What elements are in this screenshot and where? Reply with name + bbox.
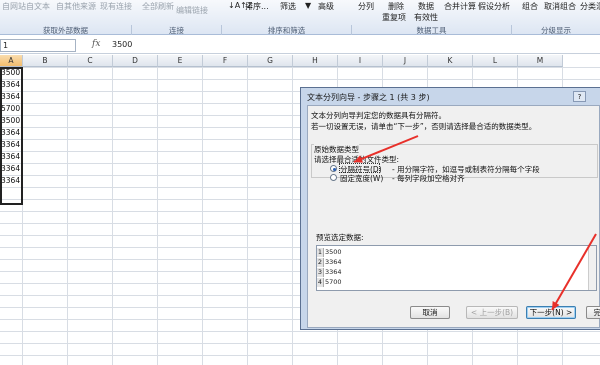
arrow-to-next-button bbox=[551, 233, 597, 311]
annotation-arrows bbox=[353, 135, 597, 311]
arrow-to-delimited-option bbox=[353, 135, 419, 163]
